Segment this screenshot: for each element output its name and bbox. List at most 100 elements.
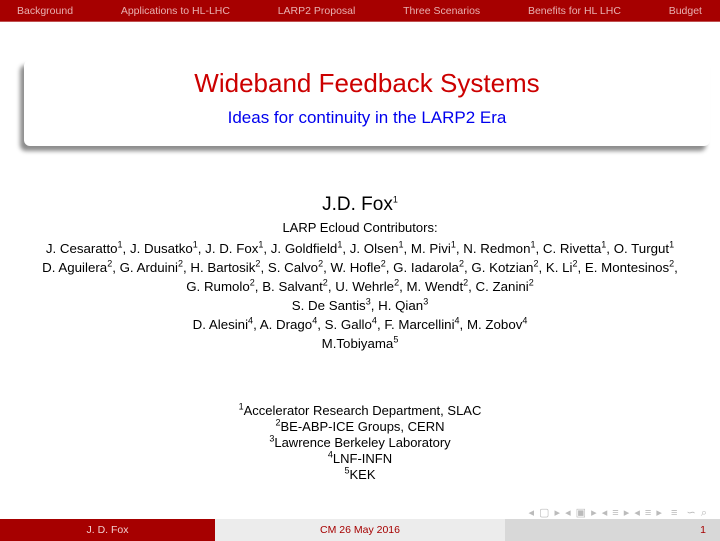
author-name: E. Montesinos: [584, 260, 670, 275]
author: U. Wehrle2: [335, 277, 400, 294]
author-name: J. D. Fox: [205, 241, 259, 256]
author-name: D. Aguilera: [42, 260, 108, 275]
author: G. Kotzian2: [471, 258, 539, 275]
author-affiliation: 3: [423, 296, 429, 307]
author: H. Qian3: [378, 296, 429, 313]
author-affiliation: 1: [450, 239, 456, 250]
author-name: S. Gallo: [324, 317, 372, 332]
author-name: J. Cesaratto: [45, 241, 118, 256]
author: C. Zanini2: [475, 277, 534, 294]
author-affiliation: 4: [522, 315, 528, 326]
author-affiliation: 2: [177, 258, 183, 269]
contributors-label: LARP Ecloud Contributors:: [282, 220, 438, 235]
footer: J. D. Fox CM 26 May 2016 1: [0, 519, 720, 541]
author-affiliation: 1: [117, 239, 123, 250]
author: J. D. Fox1: [205, 239, 264, 256]
author: J. Olsen1: [350, 239, 404, 256]
affiliation-list: 1Accelerator Research Department, SLAC 2B…: [0, 402, 720, 483]
author-affiliation: 2: [318, 258, 324, 269]
search-icon[interactable]: ⌕: [701, 507, 708, 519]
author: D. Alesini4: [192, 316, 253, 332]
author-affiliation: 1: [601, 239, 607, 250]
author-name: S. Calvo: [267, 260, 319, 275]
title-box: Wideband Feedback Systems Ideas for cont…: [24, 60, 710, 146]
author-name: F. Marcellini: [384, 317, 455, 332]
author-group: D. Alesini4, A. Drago4, S. Gallo4, F. Ma…: [192, 315, 528, 332]
presenter: J.D. Fox1: [0, 194, 720, 216]
author: H. Bartosik2: [190, 258, 261, 275]
author-name: J. Goldfield: [270, 241, 338, 256]
section-navigation: Background Applications to HL-LHC LARP2 Pr…: [0, 0, 720, 22]
nav-section[interactable]: Budget: [669, 5, 702, 17]
author-name: N. Redmon: [463, 241, 531, 256]
footer-author: J. D. Fox: [0, 519, 215, 541]
author-name: G. Kotzian: [471, 260, 534, 275]
author-affiliation: 2: [394, 277, 400, 288]
author-affiliation: 2: [463, 277, 469, 288]
author-affiliation: 4: [371, 315, 377, 326]
affiliation: 2BE-ABP-ICE Groups, CERN: [0, 418, 720, 435]
presenter-name: J.D. Fox: [322, 194, 393, 215]
author: K. Li2: [545, 258, 578, 275]
author: J. Goldfield1: [270, 240, 343, 256]
nav-section[interactable]: Three Scenarios: [403, 5, 480, 17]
author-affiliation: 4: [454, 315, 460, 326]
affiliation: 1Accelerator Research Department, SLAC: [0, 402, 720, 419]
footer-event: CM 26 May 2016: [215, 519, 505, 541]
author-affiliation: 2: [572, 258, 578, 269]
author: J. Cesaratto1: [45, 239, 123, 256]
author-name: D. Alesini: [192, 317, 249, 332]
author-affiliation: 1: [192, 239, 198, 250]
author-affiliation: 2: [322, 277, 328, 288]
author-affiliation: 1: [530, 239, 536, 250]
author-affiliation: 2: [107, 258, 113, 269]
author-group: J. Cesaratto1, J. Dusatko1, J. D. Fox1, …: [45, 239, 675, 256]
author-name: J. Dusatko: [129, 241, 193, 256]
author: F. Marcellini4: [384, 315, 460, 332]
affiliation-name: KEK: [349, 467, 376, 482]
author-name: C. Zanini: [475, 279, 529, 294]
author-affiliation: 2: [533, 258, 539, 269]
author-name: H. Bartosik: [190, 260, 256, 275]
affiliation-name: Accelerator Research Department, SLAC: [243, 403, 482, 418]
author: D. Aguilera2: [42, 258, 113, 275]
author: M.Tobiyama5: [321, 335, 399, 351]
author-name: M. Wendt: [406, 279, 464, 294]
beamer-navigation-symbols[interactable]: ◂ ▢ ▸ ◂ ▣ ▸ ◂ ≡ ▸ ◂ ≡ ▸ ≡ ∽ ⌕: [528, 506, 708, 520]
author-affiliation: 2: [255, 258, 261, 269]
author: E. Montesinos2: [584, 259, 674, 275]
author: S. Gallo4: [324, 315, 377, 332]
slide-title: Wideband Feedback Systems: [194, 68, 540, 98]
author-name: H. Qian: [378, 298, 424, 313]
author: N. Redmon1: [463, 239, 536, 256]
author-name: W. Hofle: [330, 260, 381, 275]
affiliation-name: BE-ABP-ICE Groups, CERN: [280, 419, 445, 434]
author: O. Turgut1: [614, 240, 674, 256]
author-affiliation: 2: [249, 277, 255, 288]
author-affiliation: 1: [258, 239, 264, 250]
author-name: M. Zobov: [466, 317, 523, 332]
nav-section[interactable]: Background: [17, 5, 73, 17]
author-affiliation: 2: [458, 258, 464, 269]
author-name: A. Drago: [259, 317, 313, 332]
author: M. Zobov4: [466, 315, 528, 332]
nav-section[interactable]: LARP2 Proposal: [278, 5, 356, 17]
author-name: S. De Santis: [291, 298, 366, 313]
affiliation: 4LNF-INFN: [0, 450, 720, 467]
author-name: U. Wehrle: [335, 279, 395, 294]
author-affiliation: 2: [528, 277, 534, 288]
author-group: D. Aguilera2, G. Arduini2, H. Bartosik2,…: [42, 258, 678, 294]
nav-section[interactable]: Applications to HL-LHC: [121, 5, 230, 17]
author-name: G. Arduini: [119, 260, 178, 275]
author: B. Salvant2: [262, 277, 328, 294]
slide-subtitle: Ideas for continuity in the LARP2 Era: [227, 108, 507, 127]
author: M. Wendt2: [406, 277, 469, 294]
author: C. Rivetta1: [543, 239, 607, 256]
author-name: G. Iadarola: [393, 260, 459, 275]
author: G. Arduini2: [119, 258, 183, 275]
author-name: K. Li: [545, 260, 573, 275]
author-name: M.Tobiyama: [321, 336, 394, 351]
author: A. Drago4: [259, 316, 318, 332]
author-affiliation: 1: [398, 239, 404, 250]
nav-section[interactable]: Benefits for HL LHC: [528, 5, 621, 17]
